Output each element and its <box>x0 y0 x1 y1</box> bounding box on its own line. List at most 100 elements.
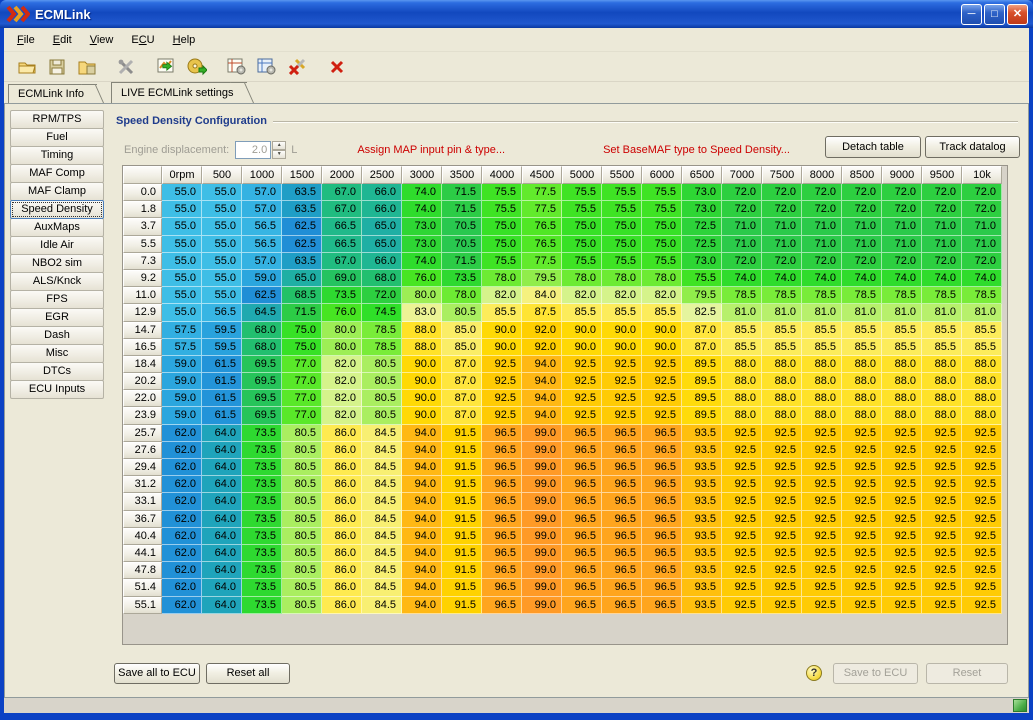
table-cell[interactable]: 96.5 <box>482 476 522 493</box>
table-cell[interactable]: 61.5 <box>202 356 242 373</box>
table-cell[interactable]: 86.0 <box>322 511 362 528</box>
table-cell[interactable]: 73.0 <box>682 201 722 218</box>
table-cell[interactable]: 91.5 <box>442 562 482 579</box>
table-cell[interactable]: 75.0 <box>282 322 322 339</box>
table-cell[interactable]: 92.5 <box>962 476 1002 493</box>
table-cell[interactable]: 92.5 <box>922 442 962 459</box>
table-cell[interactable]: 87.0 <box>682 339 722 356</box>
table-cell[interactable]: 56.5 <box>242 218 282 235</box>
table-cell[interactable]: 80.5 <box>282 459 322 476</box>
table-cell[interactable]: 64.0 <box>202 493 242 510</box>
menu-edit[interactable]: Edit <box>44 31 81 49</box>
column-header[interactable]: 7500 <box>762 166 802 184</box>
table-cell[interactable]: 75.5 <box>562 201 602 218</box>
table-cell[interactable]: 96.5 <box>642 579 682 596</box>
table-cell[interactable]: 93.5 <box>682 493 722 510</box>
table-cell[interactable]: 96.5 <box>562 545 602 562</box>
table-cell[interactable]: 72.0 <box>842 201 882 218</box>
table-cell[interactable]: 92.5 <box>762 442 802 459</box>
table-cell[interactable]: 74.0 <box>962 270 1002 287</box>
column-header[interactable]: 2500 <box>362 166 402 184</box>
table-cell[interactable]: 55.0 <box>162 201 202 218</box>
table-cell[interactable]: 84.5 <box>362 545 402 562</box>
table-cell[interactable]: 90.0 <box>642 339 682 356</box>
table-cell[interactable]: 92.5 <box>842 528 882 545</box>
table-cell[interactable]: 75.0 <box>282 339 322 356</box>
column-header[interactable]: 6000 <box>642 166 682 184</box>
table-cell[interactable]: 74.0 <box>882 270 922 287</box>
save-all-to-ecu-button[interactable]: Save all to ECU <box>114 663 200 684</box>
table-cell[interactable]: 55.0 <box>162 218 202 235</box>
table-cell[interactable]: 72.0 <box>842 253 882 270</box>
table-cell[interactable]: 92.5 <box>602 407 642 424</box>
table-cell[interactable]: 62.0 <box>162 545 202 562</box>
table-cell[interactable]: 81.0 <box>762 304 802 321</box>
table-cell[interactable]: 88.0 <box>922 373 962 390</box>
table-cell[interactable]: 73.5 <box>242 493 282 510</box>
table-cell[interactable]: 64.0 <box>202 597 242 614</box>
row-header[interactable]: 5.5 <box>123 236 162 253</box>
table-cell[interactable]: 94.0 <box>402 442 442 459</box>
detach-table-button[interactable]: Detach table <box>825 136 921 158</box>
table-cell[interactable]: 55.0 <box>202 236 242 253</box>
table-cell[interactable]: 80.5 <box>442 304 482 321</box>
table-cell[interactable]: 73.5 <box>242 528 282 545</box>
table-cell[interactable]: 65.0 <box>362 236 402 253</box>
table-cell[interactable]: 68.5 <box>282 287 322 304</box>
table-cell[interactable]: 73.0 <box>682 184 722 201</box>
table-cell[interactable]: 62.5 <box>282 218 322 235</box>
table-cell[interactable]: 64.0 <box>202 459 242 476</box>
table-cell[interactable]: 73.5 <box>242 511 282 528</box>
table-cell[interactable]: 75.5 <box>602 184 642 201</box>
table-cell[interactable]: 70.5 <box>442 218 482 235</box>
table-cell[interactable]: 74.5 <box>362 304 402 321</box>
table-cell[interactable]: 92.5 <box>722 493 762 510</box>
table-cell[interactable]: 84.5 <box>362 493 402 510</box>
table-cell[interactable]: 99.0 <box>522 511 562 528</box>
table-cell[interactable]: 80.5 <box>362 373 402 390</box>
table-cell[interactable]: 71.0 <box>962 218 1002 235</box>
table-cell[interactable]: 94.0 <box>402 425 442 442</box>
column-header[interactable]: 3000 <box>402 166 442 184</box>
table-cell[interactable]: 94.0 <box>522 407 562 424</box>
cancel-icon[interactable] <box>324 55 350 79</box>
table-cell[interactable]: 59.5 <box>202 339 242 356</box>
table-cell[interactable]: 92.5 <box>922 459 962 476</box>
table-cell[interactable]: 82.0 <box>562 287 602 304</box>
table-cell[interactable]: 72.0 <box>802 201 842 218</box>
table-cell[interactable]: 80.5 <box>282 493 322 510</box>
table-cell[interactable]: 92.5 <box>922 493 962 510</box>
column-header[interactable]: 4500 <box>522 166 562 184</box>
sidebar-item-dtcs[interactable]: DTCs <box>10 362 104 381</box>
table-cell[interactable]: 92.5 <box>722 597 762 614</box>
table-cell[interactable]: 76.0 <box>402 270 442 287</box>
table-cell[interactable]: 72.0 <box>882 184 922 201</box>
table-cell[interactable]: 99.0 <box>522 493 562 510</box>
table-cell[interactable]: 80.5 <box>282 511 322 528</box>
table-cell[interactable]: 92.5 <box>802 528 842 545</box>
table-cell[interactable]: 96.5 <box>482 597 522 614</box>
minimize-icon[interactable]: ─ <box>961 4 982 25</box>
table-cell[interactable]: 92.5 <box>802 425 842 442</box>
table-cell[interactable]: 67.0 <box>322 201 362 218</box>
table-cell[interactable]: 92.5 <box>802 579 842 596</box>
table-cell[interactable]: 96.5 <box>482 493 522 510</box>
column-header[interactable]: 2000 <box>322 166 362 184</box>
table-cell[interactable]: 71.0 <box>882 218 922 235</box>
table-cell[interactable]: 92.5 <box>642 356 682 373</box>
row-header[interactable]: 47.8 <box>123 562 162 579</box>
table-cell[interactable]: 81.0 <box>882 304 922 321</box>
table-cell[interactable]: 92.5 <box>922 579 962 596</box>
table-cell[interactable]: 62.0 <box>162 562 202 579</box>
table-cell[interactable]: 84.0 <box>522 287 562 304</box>
table-cell[interactable]: 88.0 <box>842 390 882 407</box>
column-header[interactable]: 7000 <box>722 166 762 184</box>
sidebar-item-misc[interactable]: Misc <box>10 344 104 363</box>
table-cell[interactable]: 96.5 <box>642 597 682 614</box>
table-cell[interactable]: 63.5 <box>282 253 322 270</box>
table-cell[interactable]: 94.0 <box>402 493 442 510</box>
table-cell[interactable]: 71.0 <box>922 236 962 253</box>
table-cell[interactable]: 61.5 <box>202 407 242 424</box>
table-cell[interactable]: 88.0 <box>762 373 802 390</box>
table-cell[interactable]: 71.0 <box>722 218 762 235</box>
